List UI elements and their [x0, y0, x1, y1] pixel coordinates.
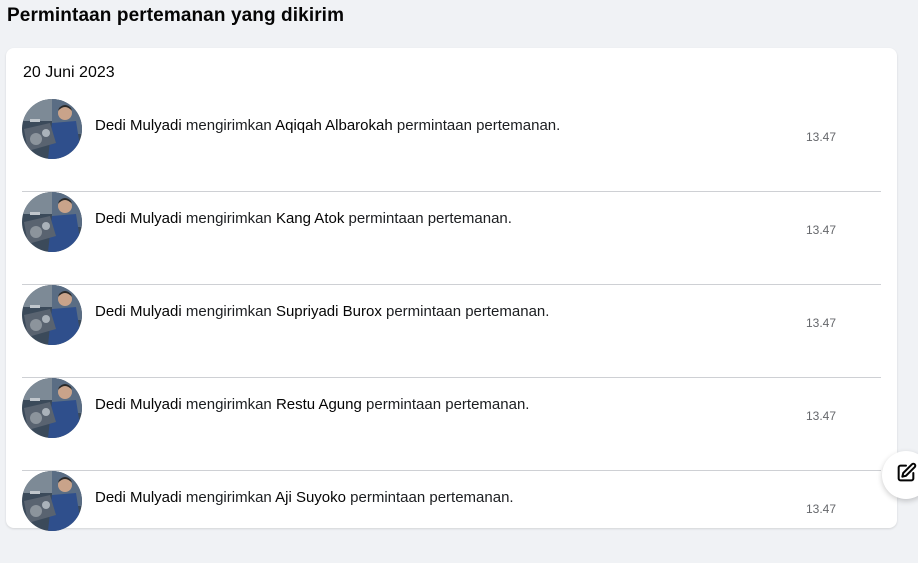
request-suffix: permintaan pertemanan.	[348, 210, 512, 227]
request-list: Dedi Mulyadi mengirimkan Aqiqah Albaroka…	[22, 99, 881, 563]
page-title: Permintaan pertemanan yang dikirim	[7, 5, 345, 26]
request-time: 13.47	[806, 130, 837, 144]
recipient-name[interactable]: Restu Agung	[276, 396, 362, 413]
request-suffix: permintaan pertemanan.	[386, 303, 550, 320]
request-verb: mengirimkan	[185, 117, 272, 134]
request-suffix: permintaan pertemanan.	[350, 489, 514, 506]
request-row[interactable]: Dedi Mulyadi mengirimkan Kang Atok permi…	[22, 192, 881, 285]
request-row[interactable]: Dedi Mulyadi mengirimkan Aji Suyoko perm…	[22, 471, 881, 563]
request-verb: mengirimkan	[185, 396, 272, 413]
request-text: Dedi Mulyadi mengirimkan Kang Atok permi…	[95, 210, 735, 227]
avatar[interactable]	[22, 99, 82, 159]
avatar[interactable]	[22, 192, 82, 252]
sender-name[interactable]: Dedi Mulyadi	[95, 489, 182, 506]
sender-name[interactable]: Dedi Mulyadi	[95, 396, 182, 413]
request-row[interactable]: Dedi Mulyadi mengirimkan Supriyadi Burox…	[22, 285, 881, 378]
request-suffix: permintaan pertemanan.	[366, 396, 530, 413]
request-verb: mengirimkan	[185, 210, 272, 227]
request-verb: mengirimkan	[185, 303, 272, 320]
request-text: Dedi Mulyadi mengirimkan Aqiqah Albaroka…	[95, 117, 735, 134]
avatar[interactable]	[22, 285, 82, 345]
request-text: Dedi Mulyadi mengirimkan Aji Suyoko perm…	[95, 489, 735, 506]
recipient-name[interactable]: Kang Atok	[276, 210, 344, 227]
sender-name[interactable]: Dedi Mulyadi	[95, 117, 182, 134]
recipient-name[interactable]: Supriyadi Burox	[276, 303, 382, 320]
request-verb: mengirimkan	[185, 489, 272, 506]
request-time: 13.47	[806, 223, 837, 237]
avatar[interactable]	[22, 471, 82, 531]
sender-name[interactable]: Dedi Mulyadi	[95, 210, 182, 227]
request-suffix: permintaan pertemanan.	[396, 117, 561, 134]
avatar[interactable]	[22, 378, 82, 438]
recipient-name[interactable]: Aji Suyoko	[275, 489, 346, 506]
request-row[interactable]: Dedi Mulyadi mengirimkan Restu Agung per…	[22, 378, 881, 471]
request-text: Dedi Mulyadi mengirimkan Supriyadi Burox…	[95, 303, 735, 320]
sent-requests-card: 20 Juni 2023 Dedi Mulyadi mengirimkan Aq…	[6, 48, 897, 531]
request-time: 13.47	[806, 316, 837, 330]
request-text: Dedi Mulyadi mengirimkan Restu Agung per…	[95, 396, 735, 413]
request-time: 13.47	[806, 409, 837, 423]
date-header: 20 Juni 2023	[23, 64, 115, 81]
request-row[interactable]: Dedi Mulyadi mengirimkan Aqiqah Albaroka…	[22, 99, 881, 192]
sender-name[interactable]: Dedi Mulyadi	[95, 303, 182, 320]
compose-edit-icon	[895, 462, 917, 489]
recipient-name[interactable]: Aqiqah Albarokah	[275, 117, 393, 134]
